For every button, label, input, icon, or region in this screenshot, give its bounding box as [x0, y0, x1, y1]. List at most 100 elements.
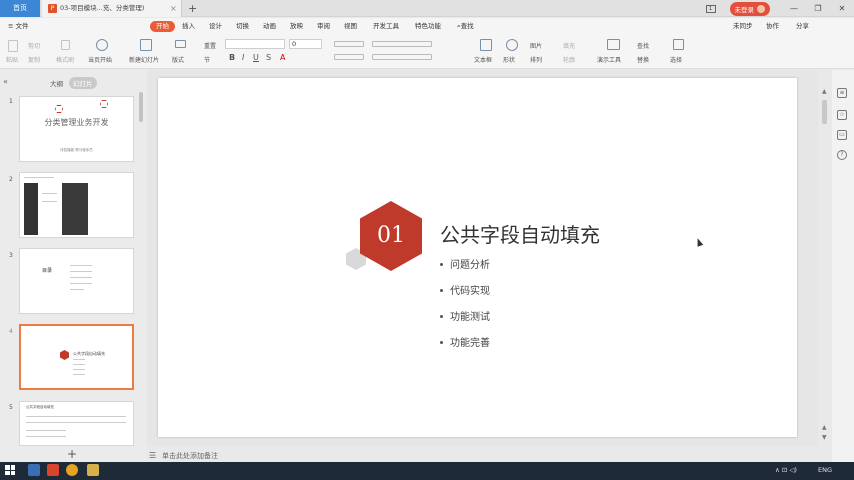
- add-slide-button[interactable]: +: [67, 447, 77, 461]
- sync-status[interactable]: 未同步: [733, 18, 753, 35]
- find-button[interactable]: 查找: [637, 41, 649, 50]
- format-painter-icon[interactable]: [61, 40, 70, 50]
- tab-transition[interactable]: 切换: [236, 18, 249, 35]
- select-button[interactable]: 选择: [670, 55, 682, 64]
- font-color-button[interactable]: A: [280, 53, 285, 62]
- tab-insert[interactable]: 插入: [182, 18, 195, 35]
- bullet-item[interactable]: 问题分析: [440, 256, 490, 271]
- tab-design[interactable]: 设计: [209, 18, 222, 35]
- restore-button[interactable]: ❐: [806, 4, 830, 13]
- collapse-panel-icon[interactable]: «: [3, 77, 8, 86]
- panel-scrollbar[interactable]: [139, 92, 143, 122]
- italic-button[interactable]: I: [242, 53, 244, 62]
- properties-icon[interactable]: ≡: [837, 88, 847, 98]
- paragraph-icons[interactable]: [372, 41, 432, 47]
- shape-icon[interactable]: [506, 39, 518, 51]
- new-slide-icon[interactable]: [140, 39, 152, 51]
- slide-thumbnail-4-selected[interactable]: 公共字段自动填充: [19, 324, 134, 390]
- tab-slides[interactable]: 幻灯片: [69, 77, 97, 89]
- tab-outline[interactable]: 大纲: [50, 78, 63, 88]
- search-button[interactable]: ⌕查找: [457, 18, 474, 35]
- tab-view[interactable]: 视图: [344, 18, 357, 35]
- system-tray-icons[interactable]: ∧ ⊡ ◁): [775, 466, 797, 474]
- tab-slideshow[interactable]: 放映: [290, 18, 303, 35]
- hexagon-decoration: [60, 350, 69, 360]
- textbox-icon[interactable]: [480, 39, 492, 51]
- layout-button[interactable]: 版式: [172, 55, 184, 64]
- scroll-prev-icon[interactable]: ▲: [822, 424, 827, 431]
- wps-presentation-icon[interactable]: [47, 464, 59, 476]
- presenter-tools-button[interactable]: 演示工具: [597, 55, 621, 64]
- new-slide-button[interactable]: 新建幻灯片: [129, 55, 159, 64]
- paste-icon[interactable]: [8, 40, 18, 52]
- play-from-current-icon[interactable]: [96, 39, 108, 51]
- slide-scrollbar[interactable]: [822, 100, 827, 124]
- taskbar-app-icon[interactable]: [28, 464, 40, 476]
- transition-icon[interactable]: ▭: [837, 130, 847, 140]
- layout-icon[interactable]: [175, 40, 186, 48]
- scroll-next-icon[interactable]: ▼: [822, 434, 827, 441]
- slide-thumbnail-3[interactable]: 目录: [19, 248, 134, 314]
- collab-button[interactable]: 协作: [766, 18, 779, 35]
- bold-button[interactable]: B: [229, 53, 235, 62]
- select-icon[interactable]: [673, 39, 684, 50]
- fill-button[interactable]: 填充: [563, 41, 575, 50]
- font-name-field[interactable]: [225, 39, 285, 49]
- textbox-button[interactable]: 文本框: [474, 55, 492, 64]
- slide-thumbnail-5[interactable]: 公共字段自动填充: [19, 401, 134, 446]
- alignment-icons[interactable]: [334, 54, 364, 60]
- list-format-icons[interactable]: [334, 41, 364, 47]
- slide-thumbnail-1[interactable]: 分类管理业务开发 传智播客·黑马程序员: [19, 96, 134, 162]
- underline-button[interactable]: U: [253, 53, 259, 62]
- slide-title[interactable]: 公共字段自动填充: [440, 219, 600, 248]
- tab-home[interactable]: 开始: [150, 21, 175, 32]
- windows-start-icon[interactable]: [5, 465, 15, 475]
- new-tab-button[interactable]: +: [188, 0, 197, 17]
- thumbnail-text: [26, 422, 126, 423]
- notes-placeholder[interactable]: 单击此处添加备注: [162, 451, 218, 461]
- copy-button[interactable]: 复制: [28, 55, 40, 64]
- scroll-up-icon[interactable]: ▲: [822, 88, 827, 95]
- text-direction-icons[interactable]: [372, 54, 432, 60]
- bullet-item[interactable]: 功能完善: [440, 334, 490, 349]
- tab-animation[interactable]: 动画: [263, 18, 276, 35]
- home-tab[interactable]: 首页: [0, 0, 40, 17]
- tab-close-icon[interactable]: ×: [170, 0, 177, 17]
- from-current-slide-button[interactable]: 当页开始: [88, 55, 112, 64]
- tab-developer[interactable]: 开发工具: [373, 18, 399, 35]
- thumbnail-number: 4: [9, 328, 13, 335]
- replace-button[interactable]: 替换: [637, 55, 649, 64]
- thumbnail-text: [42, 193, 57, 194]
- file-explorer-icon[interactable]: [87, 464, 99, 476]
- input-language[interactable]: ENG: [818, 466, 832, 474]
- section-button[interactable]: 节: [204, 55, 210, 64]
- slide-thumbnail-2[interactable]: [19, 172, 134, 238]
- file-menu[interactable]: ≡ 文件: [8, 18, 29, 35]
- document-tab-title: 03-项目模块...充、分类管理): [60, 4, 145, 12]
- bullet-text: 功能测试: [450, 312, 490, 323]
- presenter-tools-icon[interactable]: [607, 39, 620, 50]
- minimize-button[interactable]: —: [782, 4, 806, 13]
- bullet-item[interactable]: 代码实现: [440, 282, 490, 297]
- menu-bar: ≡ 文件 开始 插入 设计 切换 动画 放映 审阅 视图 开发工具 特色功能 ⌕…: [0, 18, 854, 35]
- page-count-icon[interactable]: 1: [705, 4, 716, 13]
- strikethrough-button[interactable]: S: [266, 53, 271, 62]
- picture-button[interactable]: 图片: [530, 41, 542, 50]
- close-window-button[interactable]: ✕: [830, 4, 854, 13]
- tab-review[interactable]: 审阅: [317, 18, 330, 35]
- bullet-text: 功能完善: [450, 338, 490, 349]
- share-button[interactable]: 分享: [796, 18, 809, 35]
- arrange-button[interactable]: 排列: [530, 55, 542, 64]
- font-size-field[interactable]: 0: [289, 39, 322, 49]
- outline-button[interactable]: 轮廓: [563, 55, 575, 64]
- help-icon[interactable]: ?: [837, 150, 847, 160]
- reset-button[interactable]: 重置: [204, 41, 216, 50]
- document-tab[interactable]: P 03-项目模块...充、分类管理) ×: [42, 0, 182, 17]
- shape-button[interactable]: 形状: [503, 55, 515, 64]
- cut-button[interactable]: 剪切: [28, 41, 40, 50]
- bullet-item[interactable]: 功能测试: [440, 308, 490, 323]
- tab-special-features[interactable]: 特色功能: [415, 18, 441, 35]
- login-button[interactable]: 未登录: [729, 1, 770, 16]
- animation-pane-icon[interactable]: ☆: [837, 110, 847, 120]
- chrome-icon[interactable]: [66, 464, 78, 476]
